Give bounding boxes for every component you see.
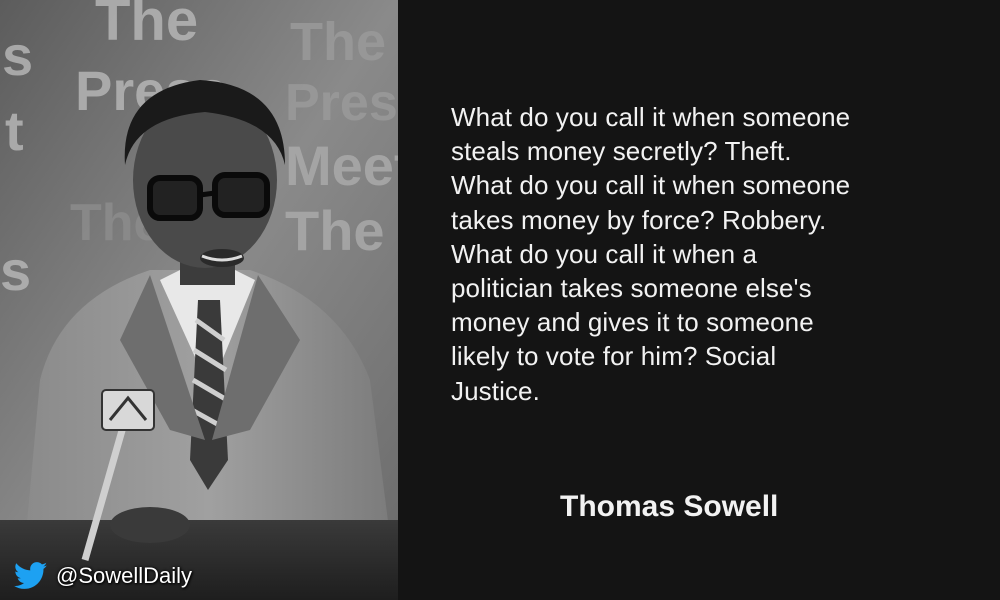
quote-author: Thomas Sowell xyxy=(560,490,779,523)
quote-text: What do you call it when someone steals … xyxy=(451,102,851,406)
twitter-handle[interactable]: @SowellDaily xyxy=(14,562,192,590)
quote-card: The Press The Press Meet The The s t s xyxy=(0,0,1000,600)
twitter-bird-icon xyxy=(14,562,48,589)
bg-word: The xyxy=(285,199,385,262)
bg-word: The xyxy=(290,12,386,72)
portrait-illustration: The Press The Press Meet The The s t s xyxy=(0,0,398,600)
bg-word: Press xyxy=(285,74,398,132)
bg-letter: t xyxy=(5,99,24,162)
portrait-photo: The Press The Press Meet The The s t s xyxy=(0,0,398,600)
bg-letter: s xyxy=(2,24,33,87)
bg-word: The xyxy=(95,0,198,53)
bg-word: Meet xyxy=(285,134,398,197)
twitter-handle-text: @SowellDaily xyxy=(56,563,193,588)
bg-letter: s xyxy=(0,239,31,302)
quote-panel: What do you call it when someone steals … xyxy=(398,0,1000,600)
